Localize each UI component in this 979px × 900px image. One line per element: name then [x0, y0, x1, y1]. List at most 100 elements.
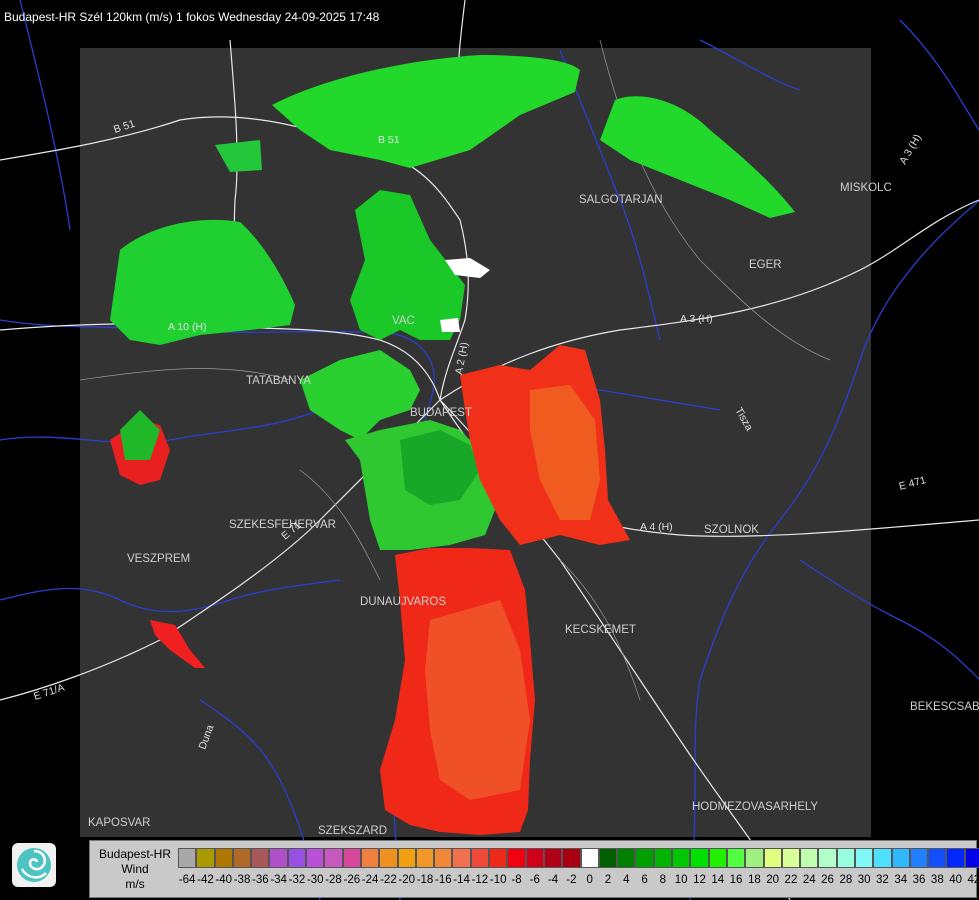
- legend-swatch: [873, 848, 892, 868]
- city-label-kecskemet: KECSKEMET: [565, 624, 636, 636]
- city-label-szekszard: SZEKSZARD: [318, 825, 387, 837]
- legend-swatch: [379, 848, 398, 868]
- legend-swatch: [342, 848, 361, 868]
- legend-tick-label: -34: [270, 874, 287, 886]
- legend-swatch: [232, 848, 252, 868]
- legend-swatch: [489, 848, 508, 868]
- legend-swatch: [324, 848, 343, 868]
- legend-title: Budapest-HR Wind m/s: [92, 847, 178, 892]
- legend-tick-label: 34: [894, 874, 908, 886]
- city-label-salgotarjan: SALGOTARJAN: [579, 194, 663, 206]
- legend-color-scale: [178, 848, 979, 868]
- legend-swatch: [745, 848, 764, 868]
- legend-tick-labels: -64 -42 -40 -38 -36 -34 -32 -30 -28 -26 -24 -22 -20-…: [178, 874, 979, 886]
- legend-tick-label: -32: [288, 874, 306, 886]
- legend-swatch: [470, 848, 490, 868]
- met-service-logo: [12, 843, 56, 887]
- legend-tick-label: 16: [729, 874, 743, 886]
- legend-swatch: [306, 848, 325, 868]
- legend-swatch: [763, 848, 782, 868]
- legend-tick-label: 4: [623, 874, 630, 886]
- city-label-tatabanya: TATABANYA: [246, 375, 311, 387]
- legend-tick-label: 26: [821, 874, 834, 886]
- legend-swatch: [781, 848, 801, 868]
- legend-tick-label: -22: [380, 874, 397, 886]
- legend-tick-label: 14: [711, 874, 725, 886]
- legend-swatch: [672, 848, 691, 868]
- legend-tick-label: -4: [547, 874, 559, 886]
- legend-swatch: [653, 848, 673, 868]
- legend-tick-label: 12: [693, 874, 706, 886]
- legend-swatch: [854, 848, 874, 868]
- legend-tick-label: -6: [529, 874, 540, 886]
- legend-swatch: [800, 848, 819, 868]
- legend-swatch: [360, 848, 380, 868]
- legend-tick-label: -38: [233, 874, 251, 886]
- legend-swatch: [507, 848, 526, 868]
- legend-swatch: [928, 848, 947, 868]
- legend-swatch: [580, 848, 599, 868]
- legend-swatch: [964, 848, 979, 868]
- legend-swatch: [617, 848, 636, 868]
- legend-tick-label: -40: [215, 874, 233, 886]
- legend-tick-label: 32: [876, 874, 889, 886]
- legend-swatch: [525, 848, 544, 868]
- legend-tick-label: 6: [641, 874, 648, 886]
- legend-tick-label: -16: [434, 874, 452, 886]
- road-label-a10: A 10 (H): [168, 321, 207, 333]
- city-label-kaposvar: KAPOSVAR: [88, 817, 150, 829]
- legend-swatch: [452, 848, 471, 868]
- legend-tick-label: 42: [967, 874, 979, 886]
- legend-tick-label: -36: [252, 874, 269, 886]
- legend-tick-label: 8: [659, 874, 667, 886]
- legend-tick-label: -30: [306, 874, 324, 886]
- legend-swatch: [287, 848, 307, 868]
- legend-tick-label: 30: [857, 874, 871, 886]
- legend-tick-label: -24: [361, 874, 379, 886]
- swirl-icon: [17, 848, 51, 882]
- city-label-hodmezovasarhely: HODMEZOVASARHELY: [692, 801, 818, 813]
- road-label-e71a: E 71/A: [32, 682, 66, 703]
- legend-tick-label: 20: [766, 874, 780, 886]
- legend-tick-label: -14: [453, 874, 470, 886]
- legend-swatch: [178, 848, 197, 868]
- legend-swatch: [415, 848, 435, 868]
- road-label-e471: E 471: [898, 474, 928, 493]
- legend-tick-label: 0: [586, 874, 593, 886]
- legend-tick-label: -8: [511, 874, 522, 886]
- radar-header-title: Budapest-HR Szél 120km (m/s) 1 fokos Wed…: [4, 10, 380, 24]
- legend-tick-label: 36: [912, 874, 926, 886]
- legend-swatch: [434, 848, 453, 868]
- city-label-szolnok: SZOLNOK: [704, 524, 759, 536]
- legend-tick-label: -10: [489, 874, 507, 886]
- road-label-b51-north: B 51: [378, 134, 400, 146]
- legend-title-line: m/s: [125, 877, 145, 891]
- legend-swatch: [562, 848, 581, 868]
- legend-swatch: [891, 848, 910, 868]
- legend-swatch: [946, 848, 965, 868]
- city-label-veszprem: VESZPREM: [127, 553, 190, 565]
- legend-tick-label: 28: [839, 874, 853, 886]
- legend-swatch: [708, 848, 727, 868]
- legend-tick-label: 24: [802, 874, 816, 886]
- city-label-eger: EGER: [749, 259, 782, 271]
- legend-tick-label: 2: [604, 874, 612, 886]
- legend-swatch: [690, 848, 709, 868]
- city-label-dunaujvaros: DUNAUJVAROS: [360, 596, 446, 608]
- legend-swatch: [818, 848, 837, 868]
- legend-tick-label: -26: [343, 874, 361, 886]
- legend-swatch: [397, 848, 416, 868]
- road-label-a3-miskolc: A 3 (H): [897, 132, 924, 166]
- legend-swatch: [635, 848, 654, 868]
- legend-title-line: Wind: [121, 862, 149, 876]
- city-label-vac: VAC: [392, 315, 415, 327]
- radar-map: SALGOTARJAN EGER MISKOLC TATABANYA BUDAP…: [0, 0, 979, 900]
- legend-title-line: Budapest-HR: [98, 847, 172, 861]
- legend-swatch: [543, 848, 563, 868]
- legend-swatch: [836, 848, 855, 868]
- city-label-bekescsaba: BEKESCSABA: [910, 701, 979, 713]
- legend-tick-label: 40: [949, 874, 963, 886]
- legend-tick-label: -42: [197, 874, 214, 886]
- city-label-budapest: BUDAPEST: [410, 407, 472, 419]
- legend-tick-label: -2: [566, 874, 577, 886]
